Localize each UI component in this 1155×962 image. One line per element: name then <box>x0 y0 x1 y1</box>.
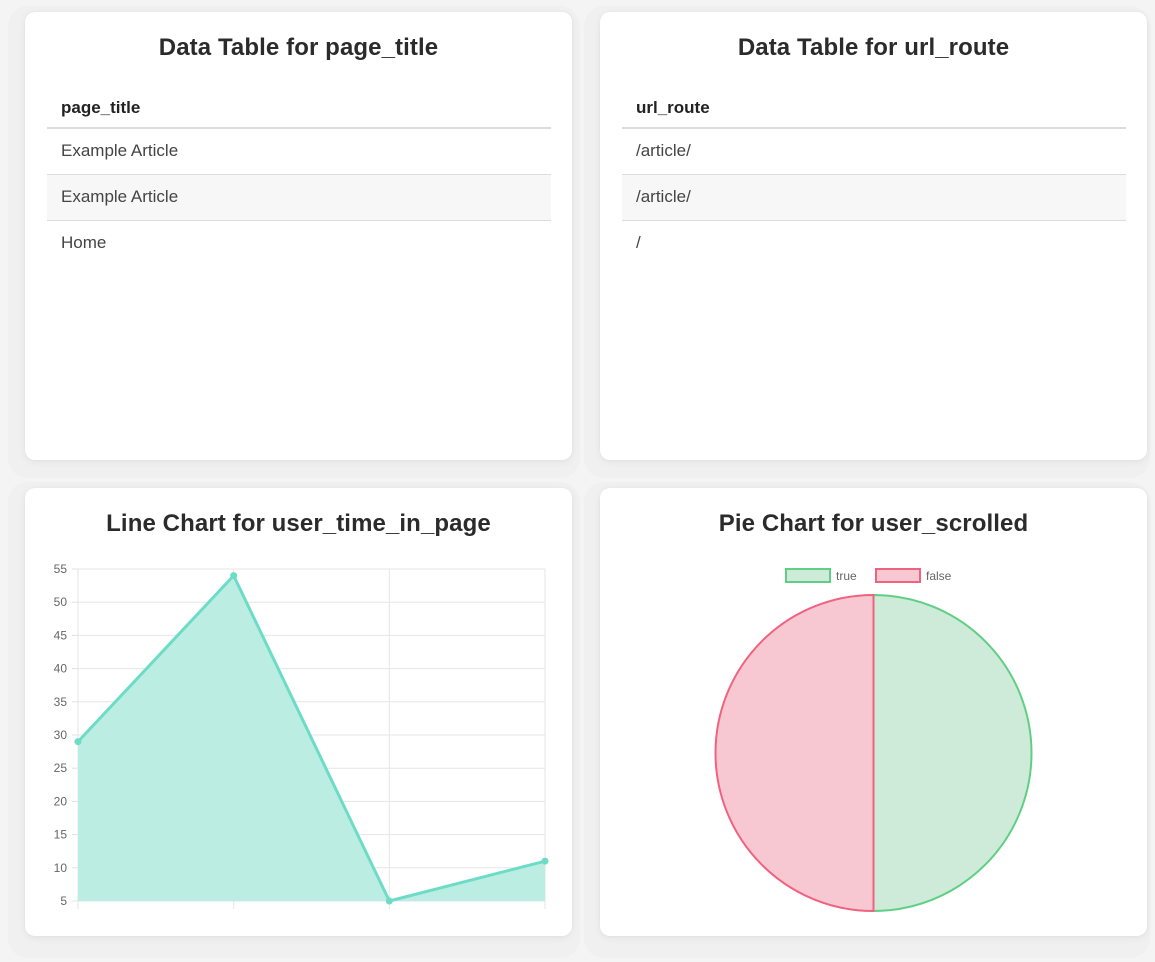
y-tick-label: 50 <box>54 595 68 609</box>
y-tick-label: 20 <box>54 794 68 808</box>
legend-label: false <box>926 569 952 583</box>
y-tick-label: 25 <box>54 761 68 775</box>
line-chart[interactable]: 55 50 45 40 35 30 25 20 15 10 5 <box>25 488 572 936</box>
y-tick-label: 55 <box>54 562 68 576</box>
y-tick-label: 10 <box>54 861 68 875</box>
y-tick-label: 45 <box>54 628 68 642</box>
y-tick-label: 35 <box>54 695 68 709</box>
table-row: Home <box>47 220 551 266</box>
chart-legend: true false <box>785 568 952 583</box>
column-header: page_title <box>47 88 551 129</box>
y-tick-label: 5 <box>60 894 67 908</box>
legend-swatch[interactable] <box>785 568 831 583</box>
legend-label: true <box>836 569 857 583</box>
page-title-data-table: page_title Example Article Example Artic… <box>47 88 551 266</box>
page-title-table-card: Data Table for page_title page_title Exa… <box>25 12 572 460</box>
data-point[interactable] <box>230 572 238 580</box>
table-row: / <box>622 220 1126 266</box>
url-route-table-card: Data Table for url_route url_route /arti… <box>600 12 1147 460</box>
card-title: Data Table for url_route <box>737 34 1010 61</box>
table-row: Example Article <box>47 128 551 175</box>
table-cell: Example Article <box>47 174 551 221</box>
pie-chart-card: Pie Chart for user_scrolled true false <box>600 488 1147 936</box>
table-cell: Home <box>61 233 107 253</box>
y-tick-label: 30 <box>54 728 68 742</box>
column-header: url_route <box>622 88 1126 129</box>
table-cell: /article/ <box>622 174 1126 221</box>
y-tick-label: 40 <box>54 662 68 676</box>
data-point[interactable] <box>385 897 393 905</box>
card-title: Data Table for page_title <box>158 34 439 61</box>
y-tick-label: 15 <box>54 828 68 842</box>
table-cell: / <box>636 233 641 253</box>
table-row: Example Article <box>47 174 551 221</box>
data-point[interactable] <box>541 857 549 865</box>
table-row: /article/ <box>622 128 1126 175</box>
table-cell: Example Article <box>47 128 551 175</box>
legend-swatch[interactable] <box>875 568 921 583</box>
table-cell: /article/ <box>622 128 1126 175</box>
pie-slice[interactable] <box>714 594 875 912</box>
table-row: /article/ <box>622 174 1126 221</box>
pie-chart[interactable]: true false <box>600 488 1147 936</box>
line-chart-card: Line Chart for user_time_in_page 55 50 45 4… <box>25 488 572 936</box>
data-point[interactable] <box>74 738 82 746</box>
url-route-data-table: url_route /article/ /article/ / <box>622 88 1126 266</box>
pie-slice[interactable] <box>872 594 1033 912</box>
